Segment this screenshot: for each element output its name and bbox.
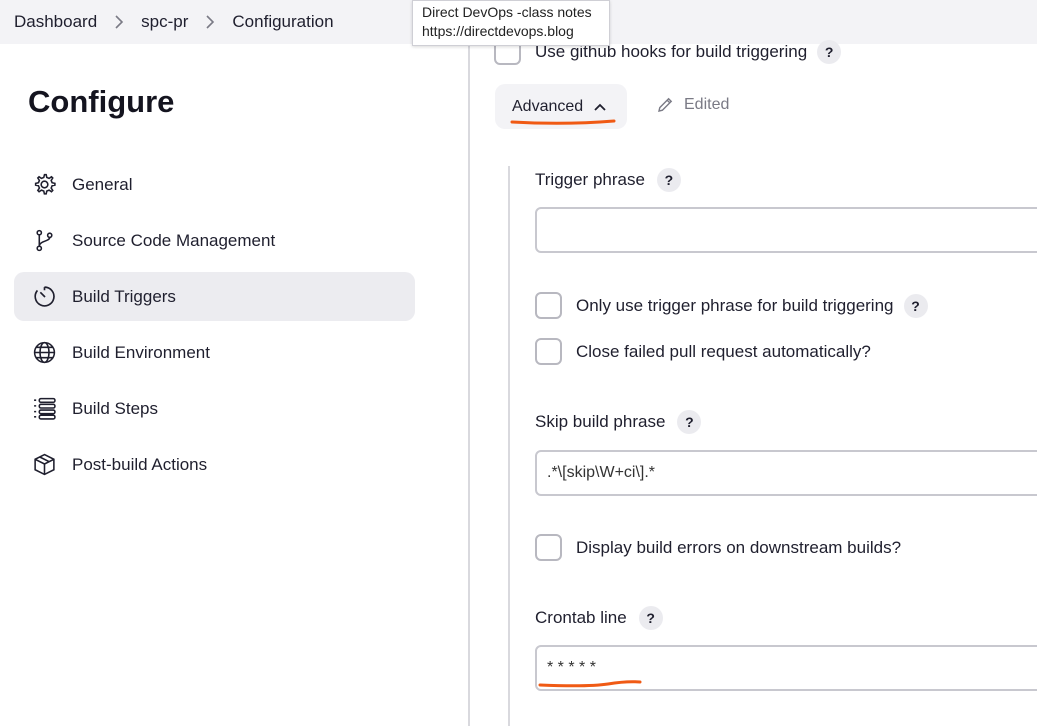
sidebar-item-source-code-management[interactable]: Source Code Management — [14, 216, 415, 265]
sidebar-item-label: General — [72, 174, 133, 194]
help-icon[interactable]: ? — [656, 168, 681, 192]
sidebar-item-label: Build Steps — [72, 398, 158, 418]
close-failed-pr-row: Close failed pull request automatically? — [535, 338, 881, 365]
skip-build-phrase-input[interactable]: .*\[skip\W+ci\].* — [535, 450, 1037, 496]
breadcrumb-spc-pr[interactable]: spc-pr — [141, 12, 188, 32]
sidebar-item-general[interactable]: General — [14, 160, 415, 209]
page-title: Configure — [28, 84, 175, 119]
chevron-right-icon — [188, 15, 232, 29]
link-tooltip: Direct DevOps -class notes https://direc… — [412, 0, 610, 46]
edited-indicator: Edited — [656, 96, 729, 114]
sidebar-item-build-steps[interactable]: Build Steps — [14, 384, 415, 433]
display-build-errors-checkbox[interactable] — [535, 534, 562, 561]
chevron-right-icon — [97, 15, 141, 29]
edited-label: Edited — [684, 96, 730, 113]
crontab-label-row: Crontab line ? — [535, 606, 663, 630]
pencil-icon — [658, 97, 673, 112]
package-icon — [31, 452, 57, 478]
close-failed-pr-checkbox[interactable] — [535, 338, 562, 365]
annotation-underline — [510, 119, 616, 125]
sidebar-item-label: Source Code Management — [72, 230, 276, 250]
sidebar-item-build-triggers[interactable]: Build Triggers — [14, 272, 415, 321]
git-branch-icon — [31, 228, 57, 254]
globe-icon — [31, 340, 57, 366]
display-build-errors-label: Display build errors on downstream build… — [576, 537, 902, 557]
annotation-underline — [538, 680, 642, 688]
only-trigger-phrase-label: Only use trigger phrase for build trigge… — [576, 295, 894, 315]
sidebar-item-post-build-actions[interactable]: Post-build Actions — [14, 440, 415, 489]
only-trigger-phrase-row: Only use trigger phrase for build trigge… — [535, 292, 928, 319]
list-icon — [31, 396, 57, 422]
timer-icon — [31, 284, 57, 310]
only-trigger-phrase-checkbox[interactable] — [535, 292, 562, 319]
sidebar-item-build-environment[interactable]: Build Environment — [14, 328, 415, 377]
trigger-phrase-label: Trigger phrase — [535, 170, 645, 189]
crontab-line-label: Crontab line — [535, 608, 627, 627]
sidebar-item-label: Build Environment — [72, 342, 210, 362]
help-icon[interactable]: ? — [903, 293, 928, 318]
breadcrumb-configuration[interactable]: Configuration — [232, 12, 333, 32]
help-icon[interactable]: ? — [638, 606, 663, 630]
help-icon[interactable]: ? — [677, 410, 702, 434]
sidebar-nav: General Source Code Management Build Tri… — [14, 160, 415, 496]
tooltip-url: https://directdevops.blog — [422, 23, 574, 39]
main-panel: Use github hooks for build triggering ? … — [470, 38, 1037, 726]
trigger-phrase-label-row: Trigger phrase ? — [535, 168, 681, 192]
display-build-errors-row: Display build errors on downstream build… — [535, 534, 911, 561]
advanced-section-border — [508, 166, 510, 726]
sidebar-item-label: Build Triggers — [72, 286, 176, 306]
sidebar-item-label: Post-build Actions — [72, 454, 208, 474]
tooltip-title: Direct DevOps -class notes — [422, 4, 592, 20]
skip-build-label-row: Skip build phrase ? — [535, 410, 702, 434]
trigger-phrase-input[interactable] — [535, 207, 1037, 253]
help-icon[interactable]: ? — [817, 39, 842, 64]
skip-build-phrase-label: Skip build phrase — [535, 412, 666, 431]
chevron-up-icon — [594, 103, 606, 111]
close-failed-pr-label: Close failed pull request automatically? — [576, 341, 871, 361]
gear-icon — [31, 172, 57, 198]
breadcrumb-dashboard[interactable]: Dashboard — [14, 12, 97, 32]
advanced-label: Advanced — [512, 97, 584, 115]
